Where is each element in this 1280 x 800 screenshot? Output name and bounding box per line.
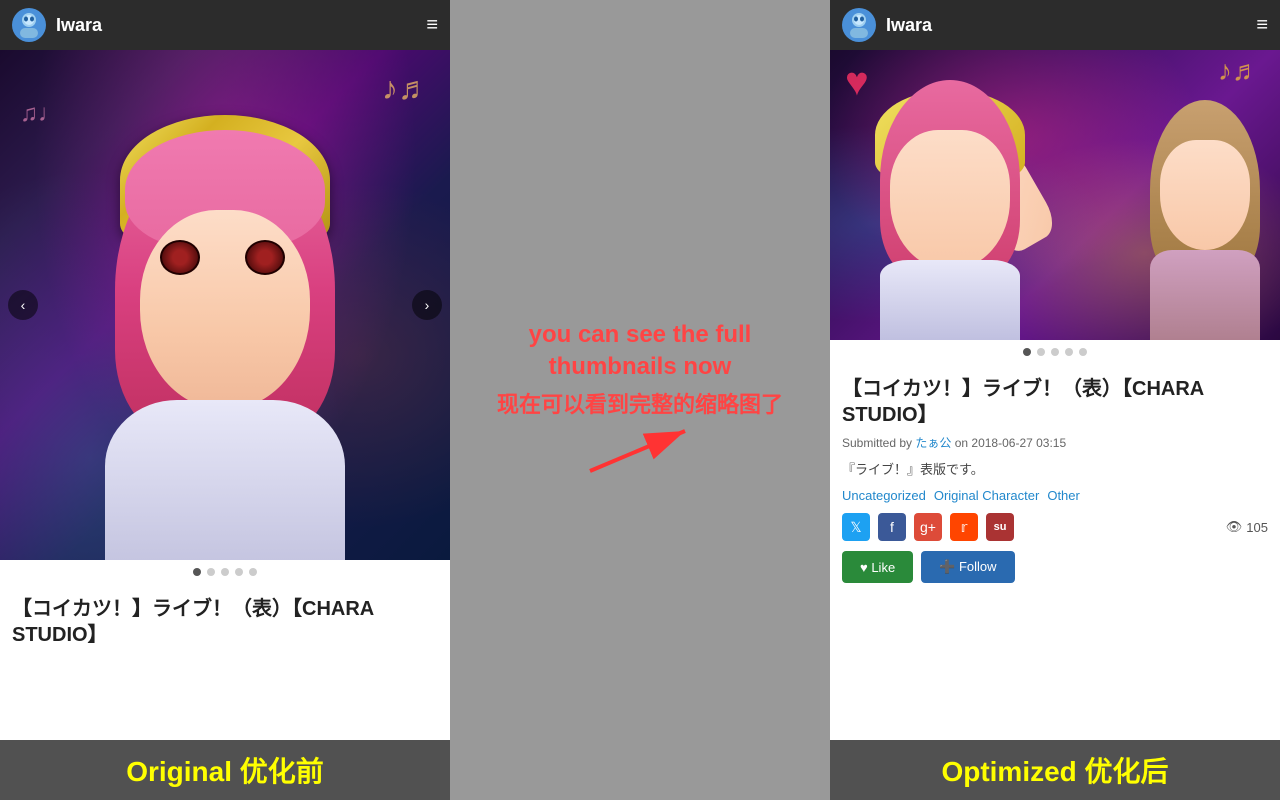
- center-overlay: you can see the full thumbnails now 现在可以…: [450, 0, 830, 800]
- reddit-icon[interactable]: 𝕣: [950, 513, 978, 541]
- tags-container: Uncategorized Original Character Other: [842, 488, 1268, 503]
- video-description: 『ライブ！』表版です。: [842, 459, 1268, 478]
- right-anime-art: ♥ ♪♬: [830, 50, 1280, 340]
- eye-right: [245, 240, 285, 275]
- left-bottom-label: Original 优化前: [0, 740, 450, 800]
- body-outfit: [105, 400, 345, 560]
- su-icon[interactable]: su: [986, 513, 1014, 541]
- right-dot-2[interactable]: [1037, 348, 1045, 356]
- dot-1[interactable]: [193, 568, 201, 576]
- right-panel: Iwara ≡ ♥ ♪♬: [830, 0, 1280, 800]
- face: [140, 210, 310, 410]
- music-decoration: ♪♬: [1218, 55, 1260, 87]
- chr2-face: [1160, 140, 1250, 250]
- submitted-text: Submitted by: [842, 436, 915, 450]
- chr-body: [880, 260, 1020, 340]
- annotation-en: you can see the full thumbnails now: [470, 319, 810, 381]
- tag-other[interactable]: Other: [1047, 488, 1080, 503]
- left-video-info: 【コイカツ！】ライブ！（表）【CHARA STUDIO】: [0, 584, 450, 740]
- submitted-date: on 2018-06-27 03:15: [951, 436, 1066, 450]
- eye-icon: 👁: [1226, 519, 1243, 535]
- right-char-2: [1140, 100, 1270, 340]
- annotation-zh: 现在可以看到完整的缩略图了: [470, 390, 810, 421]
- character-figure: [85, 110, 365, 530]
- left-menu-icon[interactable]: ≡: [426, 14, 438, 37]
- twitter-icon[interactable]: 𝕏: [842, 513, 870, 541]
- left-navbar-title: Iwara: [56, 15, 416, 36]
- right-avatar: [842, 8, 876, 42]
- right-thumbnail: ♥ ♪♬: [830, 50, 1280, 340]
- views-count: 👁 105: [1226, 519, 1268, 535]
- views-number: 105: [1246, 520, 1268, 535]
- right-navbar: Iwara ≡: [830, 0, 1280, 50]
- dot-2[interactable]: [207, 568, 215, 576]
- right-char-main: [860, 80, 1040, 340]
- dot-5[interactable]: [249, 568, 257, 576]
- carousel-next[interactable]: ›: [412, 290, 442, 320]
- right-carousel-dots: [830, 340, 1280, 364]
- facebook-icon[interactable]: f: [878, 513, 906, 541]
- dot-4[interactable]: [235, 568, 243, 576]
- chr2-body: [1150, 250, 1260, 340]
- dot-3[interactable]: [221, 568, 229, 576]
- right-menu-icon[interactable]: ≡: [1256, 14, 1268, 37]
- left-avatar: [12, 8, 46, 42]
- right-dot-1[interactable]: [1023, 348, 1031, 356]
- left-thumbnail: ♪♬ ♫♩ ‹ ›: [0, 50, 450, 560]
- chr-face: [890, 130, 1010, 270]
- annotation-box: you can see the full thumbnails now 现在可以…: [450, 299, 830, 500]
- tag-uncategorized[interactable]: Uncategorized: [842, 488, 926, 503]
- left-panel: Iwara ≡ ♪♬ ♫♩: [0, 0, 450, 800]
- gplus-icon[interactable]: g+: [914, 513, 942, 541]
- action-buttons: ♥ Like ➕ Follow: [842, 551, 1268, 583]
- follow-button[interactable]: ➕ Follow: [921, 551, 1014, 583]
- right-navbar-title: Iwara: [886, 15, 1246, 36]
- like-button[interactable]: ♥ Like: [842, 551, 913, 583]
- tag-original-character[interactable]: Original Character: [934, 488, 1040, 503]
- eye-left: [160, 240, 200, 275]
- left-carousel-dots: [0, 560, 450, 584]
- left-anime-art: ♪♬ ♫♩: [0, 50, 450, 560]
- left-video-title: 【コイカツ！】ライブ！（表）【CHARA STUDIO】: [12, 596, 438, 648]
- carousel-prev[interactable]: ‹: [8, 290, 38, 320]
- annotation-arrow: [580, 421, 700, 481]
- submitted-by: Submitted by たぁ公 on 2018-06-27 03:15: [842, 434, 1268, 451]
- right-dot-4[interactable]: [1065, 348, 1073, 356]
- social-row: 𝕏 f g+ 𝕣 su 👁 105: [842, 513, 1268, 541]
- right-dot-3[interactable]: [1051, 348, 1059, 356]
- right-bottom-label: Optimized 优化后: [830, 740, 1280, 800]
- left-navbar: Iwara ≡: [0, 0, 450, 50]
- music-note-1: ♪♬: [382, 70, 430, 107]
- submitted-user-link[interactable]: たぁ公: [915, 436, 951, 450]
- right-video-info: 【コイカツ！】ライブ！（表）【CHARA STUDIO】 Submitted b…: [830, 364, 1280, 740]
- right-video-title: 【コイカツ！】ライブ！（表）【CHARA STUDIO】: [842, 376, 1268, 428]
- right-dot-5[interactable]: [1079, 348, 1087, 356]
- music-note-2: ♫♩: [20, 100, 62, 128]
